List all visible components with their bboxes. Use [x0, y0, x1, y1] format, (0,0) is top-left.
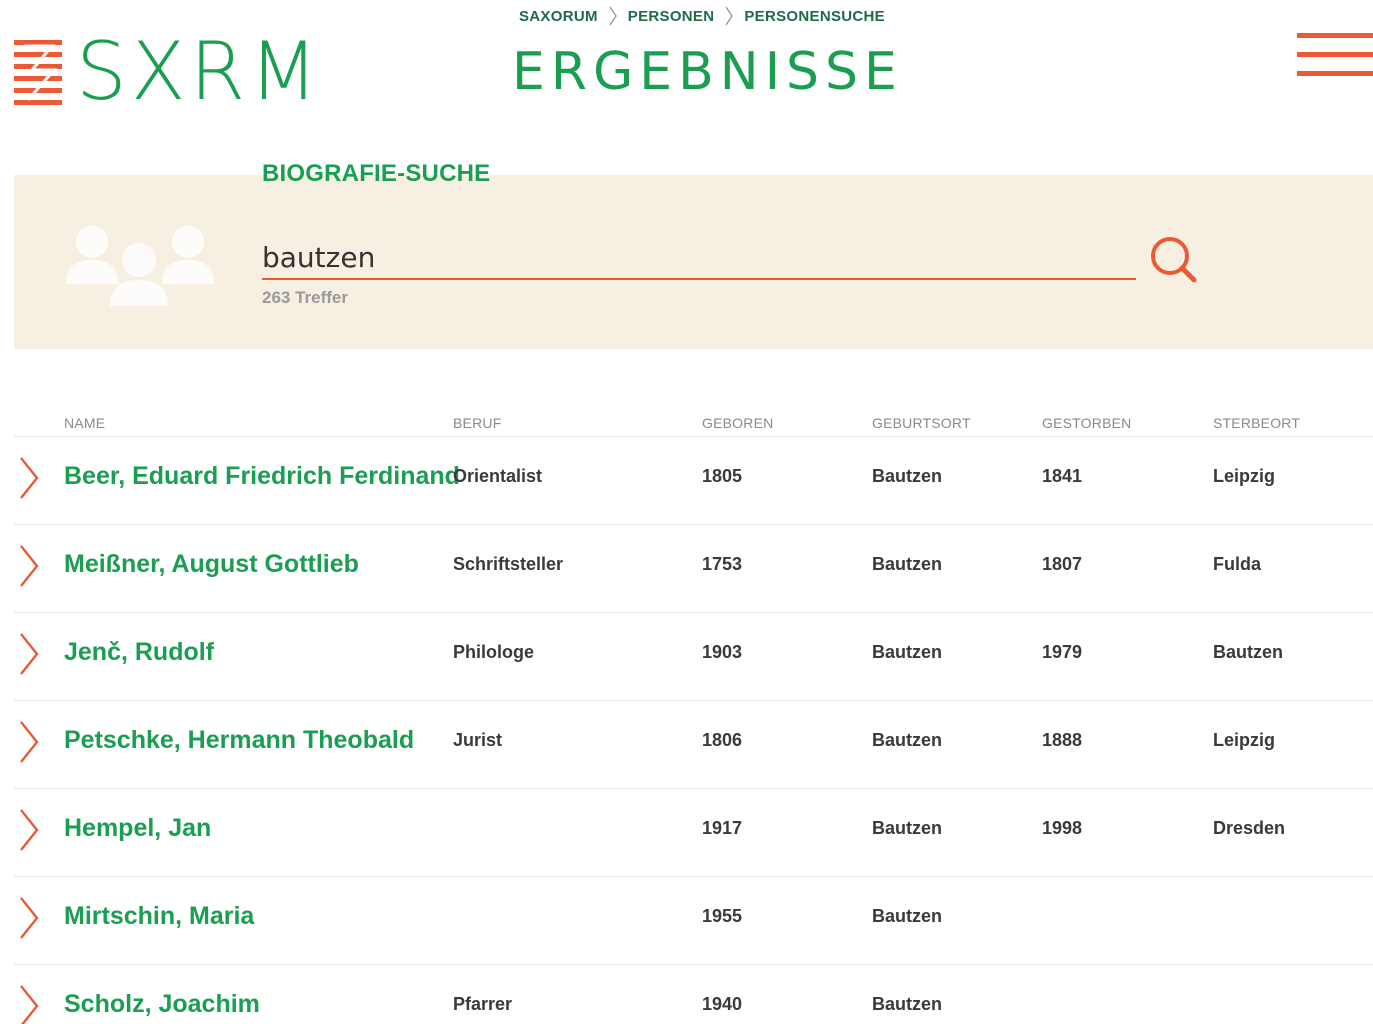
result-count: 263 Treffer: [262, 288, 348, 307]
search-icon[interactable]: [1148, 234, 1200, 286]
cell-geburtsort: Bautzen: [872, 466, 943, 486]
chevron-right-icon[interactable]: [18, 984, 40, 1024]
table-row[interactable]: Beer, Eduard Friedrich Ferdinand Orienta…: [14, 436, 1373, 525]
cell-beruf: Jurist: [453, 730, 503, 750]
table-row[interactable]: Mirtschin, Maria 1955 Bautzen: [14, 876, 1373, 965]
cell-sterbeort: Leipzig: [1213, 466, 1275, 486]
chevron-right-icon[interactable]: [18, 632, 40, 676]
breadcrumb-item-personen[interactable]: PERSONEN: [628, 8, 715, 25]
cell-geboren: 1805: [702, 466, 743, 486]
cell-geburtsort: Bautzen: [872, 642, 943, 662]
cell-beruf: Schriftsteller: [453, 554, 564, 574]
cell-sterbeort: Dresden: [1213, 818, 1286, 838]
table-row[interactable]: Meißner, August Gottlieb Schriftsteller …: [14, 524, 1373, 613]
cell-beruf: Philologe: [453, 642, 534, 662]
person-name-link[interactable]: Hempel, Jan: [64, 814, 211, 843]
chevron-right-icon[interactable]: [18, 544, 40, 588]
hamburger-menu-icon: [1297, 33, 1373, 38]
page-title: ERGEBNISSE: [512, 42, 903, 102]
cell-gestorben: 1998: [1042, 818, 1083, 838]
column-header-name[interactable]: NAME: [64, 415, 105, 431]
cell-geburtsort: Bautzen: [872, 730, 943, 750]
column-header-sterbeort[interactable]: STERBEORT: [1213, 415, 1300, 431]
table-row[interactable]: Scholz, Joachim Pfarrer 1940 Bautzen: [14, 964, 1373, 1024]
person-name-link[interactable]: Jenč, Rudolf: [64, 638, 214, 667]
cell-geburtsort: Bautzen: [872, 994, 943, 1014]
person-name-link[interactable]: Mirtschin, Maria: [64, 902, 254, 931]
cell-geboren: 1806: [702, 730, 743, 750]
cell-gestorben: 1841: [1042, 466, 1083, 486]
table-header: NAME BERUF GEBOREN GEBURTSORT GESTORBEN …: [14, 412, 1373, 437]
cell-sterbeort: Fulda: [1213, 554, 1261, 574]
cell-gestorben: 1979: [1042, 642, 1083, 662]
cell-gestorben: 1888: [1042, 730, 1083, 750]
cell-geboren: 1940: [702, 994, 743, 1014]
cell-beruf: Pfarrer: [453, 994, 513, 1014]
cell-geboren: 1903: [702, 642, 743, 662]
column-header-gestorben[interactable]: GESTORBEN: [1042, 415, 1131, 431]
cell-geboren: 1917: [702, 818, 743, 838]
chevron-right-icon[interactable]: [18, 720, 40, 764]
cell-sterbeort: Bautzen: [1213, 642, 1284, 662]
chevron-right-icon[interactable]: [18, 896, 40, 940]
person-name-link[interactable]: Meißner, August Gottlieb: [64, 550, 359, 579]
chevron-right-icon[interactable]: [18, 456, 40, 500]
chevron-separator-icon: [725, 6, 734, 26]
page: SXRM SAXORUM PERSONEN PERSONENSUCHE ERGE…: [0, 0, 1373, 1024]
person-name-link[interactable]: Petschke, Hermann Theobald: [64, 726, 414, 755]
person-name-link[interactable]: Beer, Eduard Friedrich Ferdinand: [64, 462, 460, 491]
column-header-geburtsort[interactable]: GEBURTSORT: [872, 415, 971, 431]
table-row[interactable]: Petschke, Hermann Theobald Jurist 1806 B…: [14, 700, 1373, 789]
column-header-beruf[interactable]: BERUF: [453, 415, 501, 431]
breadcrumb-item-saxorum[interactable]: SAXORUM: [519, 8, 598, 25]
menu-button[interactable]: [1297, 33, 1373, 77]
cell-gestorben: 1807: [1042, 554, 1083, 574]
logo-flag-icon[interactable]: [14, 40, 62, 106]
table-row[interactable]: Hempel, Jan 1917 Bautzen 1998 Dresden: [14, 788, 1373, 877]
cell-geburtsort: Bautzen: [872, 906, 943, 926]
breadcrumb: SAXORUM PERSONEN PERSONENSUCHE: [519, 6, 885, 26]
search-input[interactable]: [262, 236, 1136, 280]
cell-beruf: Orientalist: [453, 466, 543, 486]
breadcrumb-item-personensuche[interactable]: PERSONENSUCHE: [744, 8, 885, 25]
cell-geburtsort: Bautzen: [872, 554, 943, 574]
cell-geboren: 1753: [702, 554, 743, 574]
table-row[interactable]: Jenč, Rudolf Philologe 1903 Bautzen 1979…: [14, 612, 1373, 701]
chevron-separator-icon: [609, 6, 617, 26]
cell-sterbeort: Leipzig: [1213, 730, 1275, 750]
cell-geboren: 1955: [702, 906, 743, 926]
people-group-icon: [66, 226, 214, 306]
person-name-link[interactable]: Scholz, Joachim: [64, 990, 260, 1019]
cell-geburtsort: Bautzen: [872, 818, 943, 838]
logo-wordmark[interactable]: SXRM: [76, 22, 322, 122]
chevron-right-icon[interactable]: [18, 808, 40, 852]
column-header-geboren[interactable]: GEBOREN: [702, 415, 773, 431]
search-heading: BIOGRAFIE-SUCHE: [262, 160, 491, 187]
